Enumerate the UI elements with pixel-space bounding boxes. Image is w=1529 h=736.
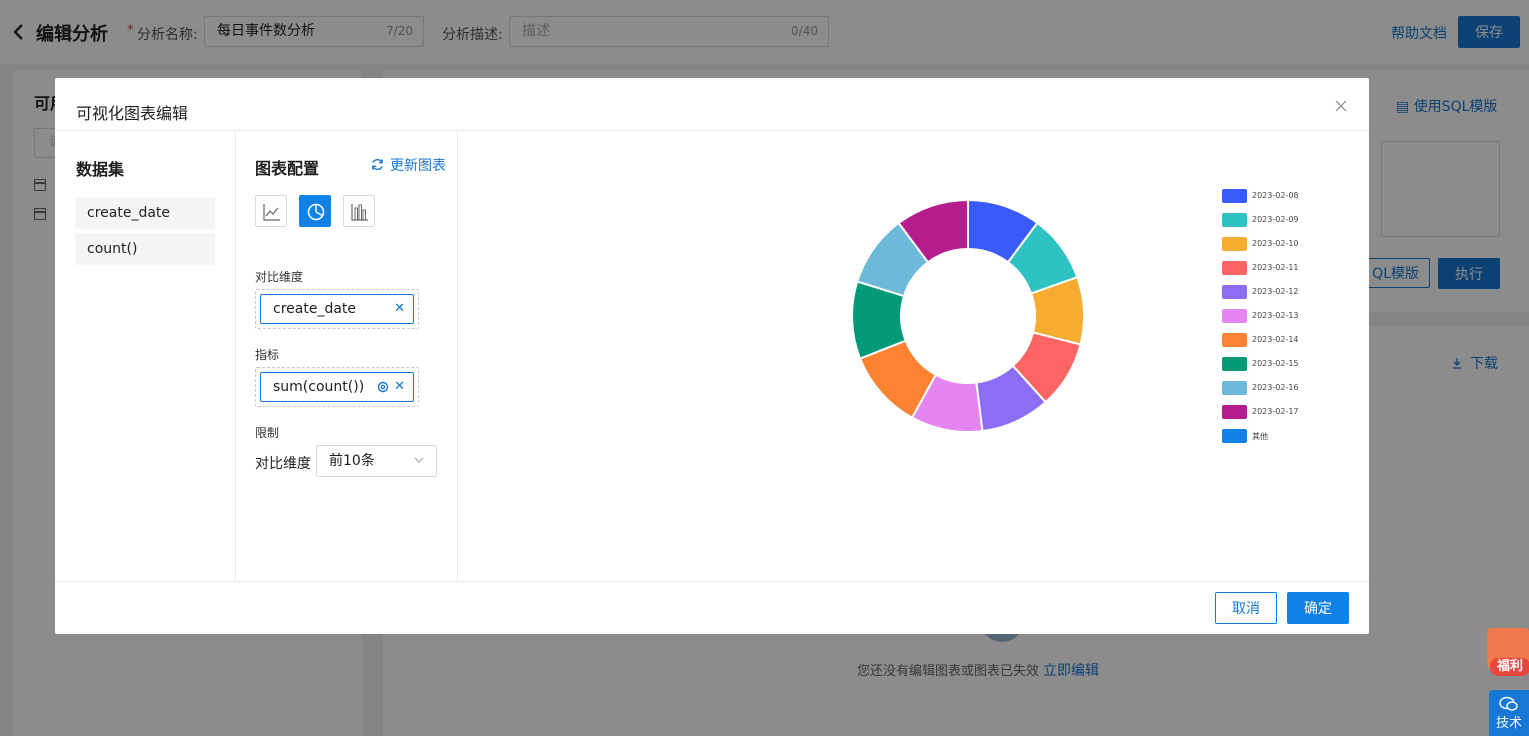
limit-select-value: 前10条 bbox=[329, 453, 375, 469]
legend-swatch bbox=[1222, 189, 1247, 203]
metric-drop-zone[interactable]: sum(count()) ✕ bbox=[255, 367, 419, 407]
dimension-tag[interactable]: create_date ✕ bbox=[260, 294, 414, 324]
metric-label: 指标 bbox=[255, 348, 280, 362]
remove-metric-icon[interactable]: ✕ bbox=[394, 373, 405, 401]
metric-tag[interactable]: sum(count()) ✕ bbox=[260, 372, 414, 402]
legend-label: 2023-02-13 bbox=[1252, 311, 1299, 320]
metric-tag-value: sum(count()) bbox=[273, 379, 365, 395]
dataset-field[interactable]: count() bbox=[75, 233, 215, 265]
close-icon[interactable] bbox=[1335, 100, 1347, 112]
refresh-icon bbox=[372, 159, 383, 170]
cancel-button[interactable]: 取消 bbox=[1215, 592, 1277, 624]
legend-label: 2023-02-10 bbox=[1252, 239, 1299, 248]
legend-label: 2023-02-17 bbox=[1252, 407, 1299, 416]
legend-swatch bbox=[1222, 285, 1247, 299]
legend-label: 2023-02-11 bbox=[1252, 263, 1299, 272]
limit-dimension-label: 对比维度 bbox=[255, 456, 311, 472]
confirm-button[interactable]: 确定 bbox=[1287, 592, 1349, 624]
legend-label: 2023-02-15 bbox=[1252, 359, 1299, 368]
refresh-chart-label: 更新图表 bbox=[390, 158, 446, 174]
pie-chart-button[interactable] bbox=[299, 195, 331, 227]
legend-swatch bbox=[1222, 333, 1247, 347]
column-divider bbox=[235, 131, 236, 581]
legend-label: 2023-02-14 bbox=[1252, 335, 1299, 344]
legend-label: 其他 bbox=[1252, 432, 1268, 441]
gift-widget[interactable]: 福利 bbox=[1483, 622, 1529, 678]
legend-swatch bbox=[1222, 309, 1247, 323]
legend-swatch bbox=[1222, 237, 1247, 251]
refresh-chart-button[interactable]: 更新图表 bbox=[371, 155, 446, 175]
bar-chart-icon bbox=[351, 204, 368, 221]
chart-editor-modal: 可视化图表编辑 数据集 create_date count() 图表配置 更新图… bbox=[55, 78, 1369, 634]
bar-chart-button[interactable] bbox=[343, 195, 375, 227]
legend-label: 2023-02-08 bbox=[1252, 191, 1299, 200]
dimension-drop-zone[interactable]: create_date ✕ bbox=[255, 289, 419, 329]
legend-swatch bbox=[1222, 213, 1247, 227]
pie-chart-icon bbox=[307, 203, 325, 221]
dataset-title: 数据集 bbox=[76, 160, 125, 179]
legend-swatch bbox=[1222, 357, 1247, 371]
legend-swatch bbox=[1222, 261, 1247, 275]
tech-support-widget[interactable]: 技术 bbox=[1489, 690, 1529, 736]
legend-swatch bbox=[1222, 405, 1247, 419]
line-chart-button[interactable] bbox=[255, 195, 287, 227]
dataset-field[interactable]: create_date bbox=[75, 197, 215, 229]
legend-label: 2023-02-12 bbox=[1252, 287, 1299, 296]
limit-select[interactable]: 前10条 bbox=[316, 445, 437, 477]
remove-dimension-icon[interactable]: ✕ bbox=[394, 295, 405, 323]
limit-label: 限制 bbox=[255, 426, 280, 440]
tech-support-label: 技术 bbox=[1495, 716, 1522, 731]
dimension-tag-value: create_date bbox=[273, 301, 357, 317]
chat-icon bbox=[1499, 696, 1518, 711]
chevron-down-icon bbox=[414, 457, 424, 463]
chart-config-title: 图表配置 bbox=[255, 159, 320, 178]
gift-label: 福利 bbox=[1490, 658, 1529, 676]
legend-swatch bbox=[1222, 429, 1247, 443]
legend-label: 2023-02-16 bbox=[1252, 383, 1299, 392]
modal-title: 可视化图表编辑 bbox=[76, 104, 189, 123]
line-chart-icon bbox=[263, 204, 280, 221]
settings-icon[interactable] bbox=[377, 381, 389, 393]
legend-label: 2023-02-09 bbox=[1252, 215, 1299, 224]
dimension-label: 对比维度 bbox=[255, 270, 304, 284]
legend-swatch bbox=[1222, 381, 1247, 395]
modal-footer-divider bbox=[55, 581, 1369, 582]
